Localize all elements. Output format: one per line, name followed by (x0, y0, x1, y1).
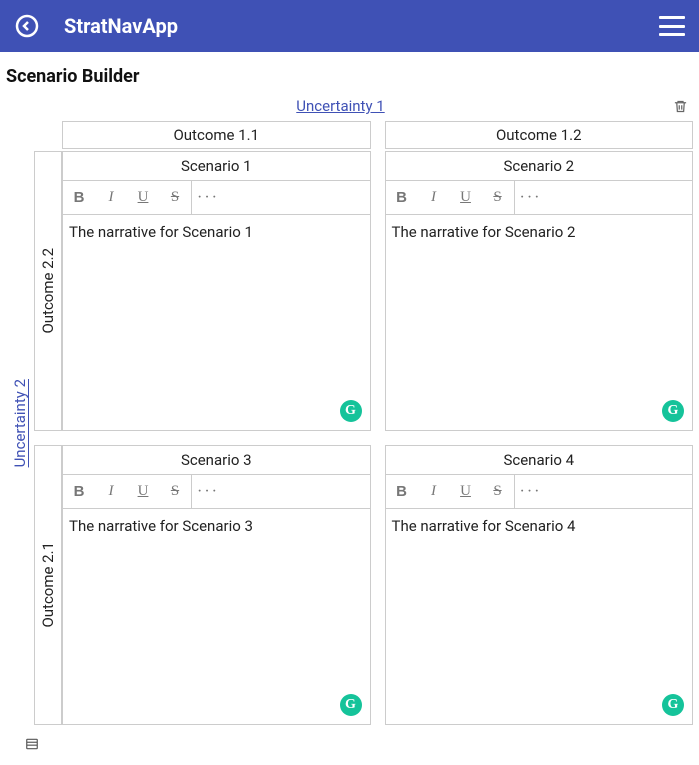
bold-button[interactable]: B (386, 181, 418, 214)
strikethrough-button[interactable]: S (482, 475, 514, 508)
narrative-editor[interactable]: The narrative for Scenario 2 (386, 215, 693, 430)
bold-button[interactable]: B (386, 475, 418, 508)
italic-button[interactable]: I (418, 181, 450, 214)
trash-icon (673, 98, 688, 115)
more-button[interactable]: ··· (515, 475, 547, 508)
delete-button[interactable] (671, 98, 689, 115)
editor-toolbar: B I U S ··· (386, 475, 693, 509)
scenario-grid: Uncertainty 2 Outcome 1.1 Outcome 1.2 Ou… (0, 121, 699, 725)
italic-button[interactable]: I (418, 475, 450, 508)
page-title: Scenario Builder (0, 52, 699, 95)
app-title: StratNavApp (64, 14, 178, 38)
grammarly-badge[interactable]: G (662, 694, 684, 716)
uncertainty-2-link[interactable]: Uncertainty 2 (6, 121, 34, 725)
narrative-editor[interactable]: The narrative for Scenario 3 (63, 509, 370, 724)
editor-toolbar: B I U S ··· (386, 181, 693, 215)
more-button[interactable]: ··· (192, 475, 224, 508)
scenario-title: Scenario 1 (63, 152, 370, 181)
list-icon (24, 737, 40, 751)
menu-button[interactable] (659, 16, 685, 36)
column-header-right: Outcome 1.2 (385, 121, 694, 149)
underline-button[interactable]: U (127, 181, 159, 214)
scenario-cell-3: Scenario 3 B I U S ··· The narrative for… (62, 445, 371, 725)
list-view-button[interactable] (24, 736, 40, 755)
grammarly-badge[interactable]: G (340, 694, 362, 716)
scenario-title: Scenario 2 (386, 152, 693, 181)
underline-button[interactable]: U (450, 475, 482, 508)
arrow-left-circle-icon (15, 14, 39, 38)
narrative-editor[interactable]: The narrative for Scenario 4 (386, 509, 693, 724)
grammarly-badge[interactable]: G (340, 400, 362, 422)
back-button[interactable] (14, 13, 40, 39)
editor-toolbar: B I U S ··· (63, 475, 370, 509)
strikethrough-button[interactable]: S (482, 181, 514, 214)
scenario-title: Scenario 3 (63, 446, 370, 475)
more-button[interactable]: ··· (192, 181, 224, 214)
scenario-cell-1: Scenario 1 B I U S ··· The narrative for… (62, 151, 371, 431)
strikethrough-button[interactable]: S (159, 181, 191, 214)
more-button[interactable]: ··· (515, 181, 547, 214)
uncertainty-top-row: Uncertainty 1 (0, 95, 699, 121)
top-bar: StratNavApp (0, 0, 699, 52)
underline-button[interactable]: U (127, 475, 159, 508)
scenario-cell-4: Scenario 4 B I U S ··· The narrative for… (385, 445, 694, 725)
italic-button[interactable]: I (95, 475, 127, 508)
scenario-cell-2: Scenario 2 B I U S ··· The narrative for… (385, 151, 694, 431)
bold-button[interactable]: B (63, 475, 95, 508)
strikethrough-button[interactable]: S (159, 475, 191, 508)
editor-toolbar: B I U S ··· (63, 181, 370, 215)
bold-button[interactable]: B (63, 181, 95, 214)
narrative-editor[interactable]: The narrative for Scenario 1 (63, 215, 370, 430)
scenario-title: Scenario 4 (386, 446, 693, 475)
uncertainty-1-link[interactable]: Uncertainty 1 (10, 97, 671, 115)
row-header-bottom: Outcome 2.1 (34, 445, 62, 725)
column-header-left: Outcome 1.1 (62, 121, 371, 149)
italic-button[interactable]: I (95, 181, 127, 214)
underline-button[interactable]: U (450, 181, 482, 214)
grammarly-badge[interactable]: G (662, 400, 684, 422)
row-header-top: Outcome 2.2 (34, 151, 62, 431)
